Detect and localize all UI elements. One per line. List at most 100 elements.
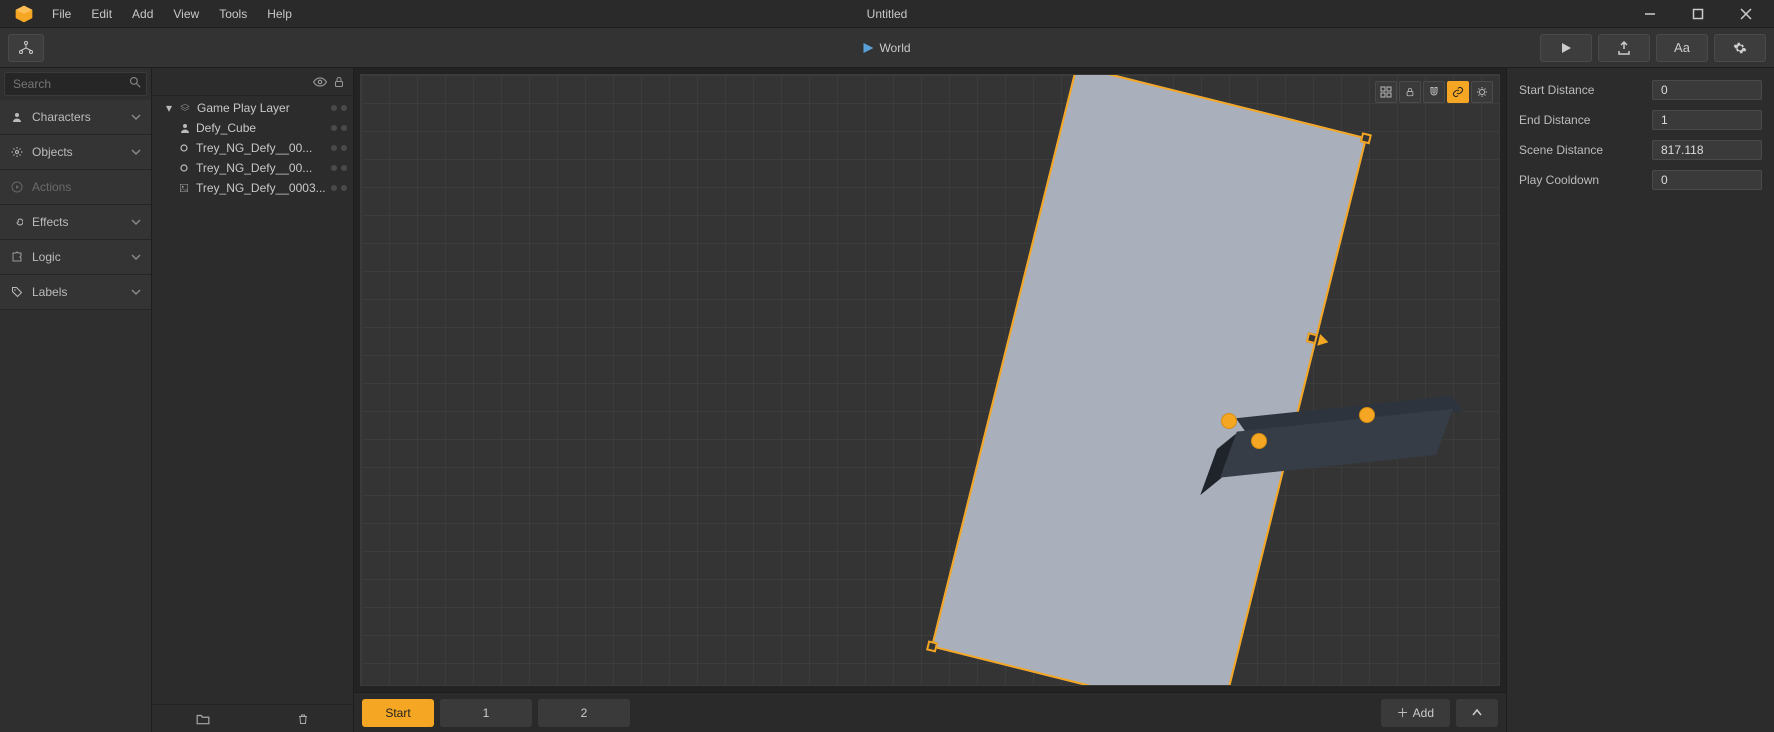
sidebar-item-label: Effects	[32, 215, 68, 229]
sidebar-item-characters[interactable]: Characters	[0, 100, 151, 135]
font-button[interactable]: Aa	[1656, 34, 1708, 62]
hierarchy-node[interactable]: Defy_Cube	[152, 118, 353, 138]
circle-icon	[179, 143, 191, 153]
debug-icon	[1476, 86, 1488, 98]
tag-icon	[10, 286, 24, 298]
hierarchy-node[interactable]: Trey_NG_Defy__00...	[152, 158, 353, 178]
node-status	[331, 145, 347, 151]
node-status	[331, 125, 347, 131]
lock-icon	[1405, 86, 1415, 98]
hierarchy-toggle-button[interactable]	[8, 34, 44, 62]
library-sidebar: CharactersObjects Actions Effects Logic Labe…	[0, 68, 152, 732]
menu-view[interactable]: View	[163, 3, 209, 25]
sidebar-item-actions: Actions	[0, 170, 151, 205]
scene-bar: Start 12 ＋Add	[354, 692, 1506, 732]
viewport-grid-button[interactable]	[1375, 81, 1397, 103]
settings-button[interactable]	[1714, 34, 1766, 62]
magnet-icon	[1428, 86, 1440, 98]
sidebar-item-effects[interactable]: Effects	[0, 205, 151, 240]
search-input[interactable]	[4, 72, 147, 96]
node-label: Game Play Layer	[197, 101, 290, 115]
hierarchy-header	[152, 68, 353, 96]
node-status	[331, 165, 347, 171]
hierarchy-node[interactable]: Trey_NG_Defy__00...	[152, 138, 353, 158]
property-value-input[interactable]	[1652, 110, 1762, 130]
sidebar-item-logic[interactable]: Logic	[0, 240, 151, 275]
scene-tab[interactable]: 2	[538, 699, 630, 727]
sidebar-item-label: Logic	[32, 250, 61, 264]
node-marker[interactable]	[1251, 433, 1267, 449]
scene-options-button[interactable]	[1456, 699, 1498, 727]
viewport-link-button[interactable]	[1447, 81, 1469, 103]
menu-help[interactable]: Help	[257, 3, 302, 25]
main-area: CharactersObjects Actions Effects Logic Labe…	[0, 68, 1774, 732]
puzzle-icon	[10, 251, 24, 263]
viewport-toolbar	[1375, 81, 1493, 103]
property-value-input[interactable]	[1652, 80, 1762, 100]
properties-panel: Start Distance End Distance Scene Distance…	[1506, 68, 1774, 732]
maximize-button[interactable]	[1676, 0, 1720, 28]
resize-handle-tr[interactable]	[1360, 132, 1372, 144]
sidebar-item-objects[interactable]: Objects	[0, 135, 151, 170]
lock-icon[interactable]	[333, 75, 345, 89]
export-button[interactable]	[1598, 34, 1650, 62]
hierarchy-tree[interactable]: ▾Game Play LayerDefy_CubeTrey_NG_Defy__0…	[152, 96, 353, 704]
menu-add[interactable]: Add	[122, 3, 163, 25]
node-marker[interactable]	[1359, 407, 1375, 423]
hierarchy-panel: ▾Game Play LayerDefy_CubeTrey_NG_Defy__0…	[152, 68, 354, 732]
circle-icon	[179, 163, 191, 173]
menu-file[interactable]: File	[42, 3, 81, 25]
minimize-button[interactable]	[1628, 0, 1672, 28]
menubar: File Edit Add View Tools Help Untitled	[0, 0, 1774, 28]
selected-plane[interactable]	[931, 74, 1367, 686]
viewport-column: Start 12 ＋Add	[354, 68, 1506, 732]
play-button[interactable]	[1540, 34, 1592, 62]
resize-handle-bl[interactable]	[926, 640, 938, 652]
hierarchy-node[interactable]: Trey_NG_Defy__0003...	[152, 178, 353, 198]
property-value-input[interactable]	[1652, 140, 1762, 160]
chevron-down-icon	[131, 252, 141, 262]
chevron-down-icon	[131, 112, 141, 122]
spiral-icon	[10, 216, 24, 228]
folder-icon[interactable]	[196, 713, 210, 725]
scene-tab[interactable]: 1	[440, 699, 532, 727]
mode-selector[interactable]: World	[863, 41, 910, 55]
property-label: Scene Distance	[1519, 143, 1652, 157]
menu-edit[interactable]: Edit	[81, 3, 122, 25]
gear-icon	[10, 146, 24, 158]
search-icon	[129, 76, 141, 88]
node-status	[331, 105, 347, 111]
sidebar-item-label: Labels	[32, 285, 67, 299]
menu-tools[interactable]: Tools	[209, 3, 257, 25]
viewport-magnet-button[interactable]	[1423, 81, 1445, 103]
start-scene-button[interactable]: Start	[362, 699, 434, 727]
node-status	[331, 185, 347, 191]
property-value-input[interactable]	[1652, 170, 1762, 190]
move-handle[interactable]	[1306, 331, 1330, 348]
toolbar: World Aa	[0, 28, 1774, 68]
property-label: Play Cooldown	[1519, 173, 1652, 187]
chevron-down-icon	[131, 287, 141, 297]
sidebar-item-label: Actions	[32, 180, 71, 194]
play-icon	[10, 181, 24, 193]
trash-icon[interactable]	[297, 712, 309, 726]
hierarchy-node[interactable]: ▾ Game Play Layer	[152, 98, 353, 118]
close-button[interactable]	[1724, 0, 1768, 28]
viewport-lock-button[interactable]	[1399, 81, 1421, 103]
layer-icon	[180, 103, 192, 113]
sidebar-item-labels[interactable]: Labels	[0, 275, 151, 310]
chevron-down-icon: ▾	[163, 101, 175, 115]
add-scene-button[interactable]: ＋Add	[1381, 699, 1450, 727]
add-label: Add	[1413, 706, 1434, 720]
viewport[interactable]	[360, 74, 1500, 686]
play-icon	[863, 43, 873, 53]
property-label: End Distance	[1519, 113, 1652, 127]
eye-icon[interactable]	[313, 75, 327, 89]
property-row: End Distance	[1519, 108, 1762, 132]
property-row: Play Cooldown	[1519, 168, 1762, 192]
link-icon	[1452, 86, 1464, 98]
node-marker[interactable]	[1221, 413, 1237, 429]
grid-icon	[1380, 86, 1392, 98]
property-row: Start Distance	[1519, 78, 1762, 102]
viewport-debug-button[interactable]	[1471, 81, 1493, 103]
